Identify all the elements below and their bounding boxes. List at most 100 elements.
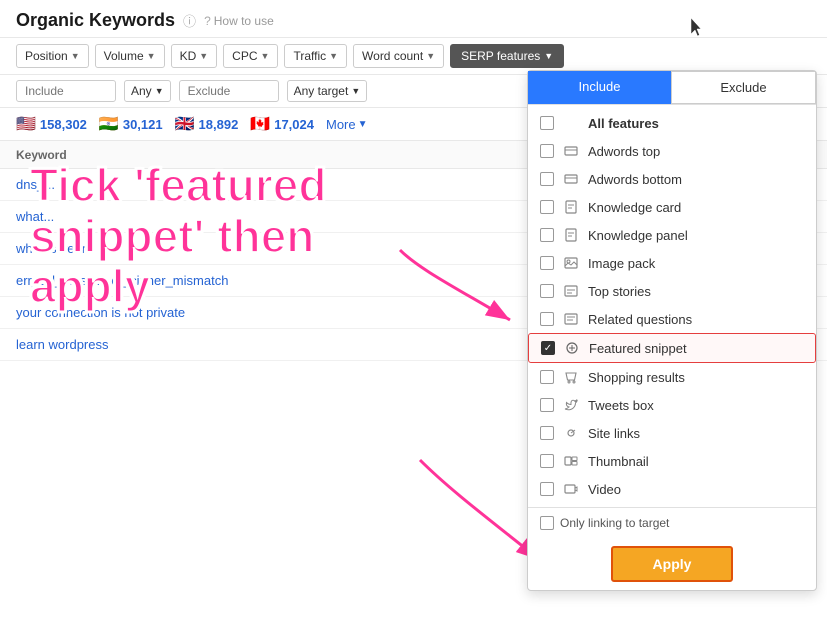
in-flag: 🇮🇳 [99, 114, 119, 134]
more-button[interactable]: More ▼ [326, 117, 368, 132]
country-gb[interactable]: 🇬🇧 18,892 [175, 114, 239, 134]
keyword-cell[interactable]: learn wordpress [16, 337, 541, 352]
adwords_top-checkbox[interactable] [540, 144, 554, 158]
adwords-icon [562, 142, 580, 160]
page-header: Organic Keywords ⓘ ? How to use [0, 0, 827, 38]
serp-item-adwords_top[interactable]: Adwords top [528, 137, 816, 165]
us-flag: 🇺🇸 [16, 114, 36, 134]
snippet-icon [563, 339, 581, 357]
tweets_box-checkbox[interactable] [540, 398, 554, 412]
all_features-checkbox[interactable] [540, 116, 554, 130]
none-icon [562, 114, 580, 132]
chevron-down-icon: ▼ [155, 86, 164, 96]
twitter-icon [562, 396, 580, 414]
thumbnail-label: Thumbnail [588, 454, 804, 469]
serp-item-all_features[interactable]: All features [528, 109, 816, 137]
serp-item-knowledge_card[interactable]: Knowledge card [528, 193, 816, 221]
cpc-filter[interactable]: CPC ▼ [223, 44, 278, 68]
serp-item-related_questions[interactable]: Related questions [528, 305, 816, 333]
apply-row: Apply [528, 538, 816, 590]
apply-button[interactable]: Apply [611, 546, 734, 582]
position-filter[interactable]: Position ▼ [16, 44, 89, 68]
related_questions-checkbox[interactable] [540, 312, 554, 326]
adwords_bottom-checkbox[interactable] [540, 172, 554, 186]
kd-filter[interactable]: KD ▼ [171, 44, 218, 68]
keyword-cell[interactable]: err_ssl_version_or_cipher_mismatch [16, 273, 541, 288]
thumbnail-checkbox[interactable] [540, 454, 554, 468]
sitelinks-icon [562, 424, 580, 442]
country-ca[interactable]: 🇨🇦 17,024 [250, 114, 314, 134]
gb-flag: 🇬🇧 [175, 114, 195, 134]
serp-item-thumbnail[interactable]: Thumbnail [528, 447, 816, 475]
questions-icon [562, 310, 580, 328]
serp-item-tweets_box[interactable]: Tweets box [528, 391, 816, 419]
chevron-down-icon: ▼ [199, 51, 208, 61]
video-checkbox[interactable] [540, 482, 554, 496]
adwords_top-label: Adwords top [588, 144, 804, 159]
featured_snippet-label: Featured snippet [589, 341, 803, 356]
serp-item-top_stories[interactable]: Top stories [528, 277, 816, 305]
volume-filter[interactable]: Volume ▼ [95, 44, 165, 68]
chevron-down-icon: ▼ [544, 51, 553, 61]
knowledge_panel-label: Knowledge panel [588, 228, 804, 243]
only-linking-option[interactable]: Only linking to target [540, 516, 669, 530]
serp-feature-list: All features Adwords top Adwords bottom … [528, 105, 816, 507]
all_features-label: All features [588, 116, 804, 131]
serp-item-shopping_results[interactable]: Shopping results [528, 363, 816, 391]
shopping_results-label: Shopping results [588, 370, 804, 385]
knowledge-icon [562, 198, 580, 216]
stories-icon [562, 282, 580, 300]
knowledge-icon [562, 226, 580, 244]
keyword-cell[interactable]: white screen [16, 241, 541, 256]
help-link[interactable]: ? How to use [204, 14, 274, 28]
only-linking-checkbox[interactable] [540, 516, 554, 530]
site_links-label: Site links [588, 426, 804, 441]
panel-footer: Only linking to target [528, 507, 816, 538]
chevron-down-icon: ▼ [71, 51, 80, 61]
adwords-icon [562, 170, 580, 188]
serp-item-video[interactable]: Video [528, 475, 816, 503]
chevron-down-icon: ▼ [351, 86, 360, 96]
serp-item-featured_snippet[interactable]: Featured snippet [528, 333, 816, 363]
exclude-input[interactable] [179, 80, 279, 102]
keyword-cell[interactable]: your connection is not private [16, 305, 541, 320]
video-label: Video [588, 482, 804, 497]
include-input[interactable] [16, 80, 116, 102]
any-target-dropdown[interactable]: Any target ▼ [287, 80, 368, 102]
image_pack-checkbox[interactable] [540, 256, 554, 270]
site_links-checkbox[interactable] [540, 426, 554, 440]
knowledge_card-checkbox[interactable] [540, 200, 554, 214]
question-icon: ? [204, 14, 211, 28]
serp-item-adwords_bottom[interactable]: Adwords bottom [528, 165, 816, 193]
country-us[interactable]: 🇺🇸 158,302 [16, 114, 87, 134]
keyword-cell[interactable]: dns_... [16, 177, 541, 192]
featured_snippet-checkbox[interactable] [541, 341, 555, 355]
chevron-down-icon: ▼ [358, 119, 368, 130]
knowledge_panel-checkbox[interactable] [540, 228, 554, 242]
country-in[interactable]: 🇮🇳 30,121 [99, 114, 163, 134]
word-count-filter[interactable]: Word count ▼ [353, 44, 444, 68]
related_questions-label: Related questions [588, 312, 804, 327]
tab-exclude[interactable]: Exclude [671, 71, 816, 104]
chevron-down-icon: ▼ [329, 51, 338, 61]
keyword-col-header: Keyword [16, 148, 581, 162]
ca-flag: 🇨🇦 [250, 114, 270, 134]
tweets_box-label: Tweets box [588, 398, 804, 413]
image_pack-label: Image pack [588, 256, 804, 271]
serp-features-filter[interactable]: SERP features ▼ [450, 44, 564, 68]
traffic-filter[interactable]: Traffic ▼ [284, 44, 347, 68]
serp-item-image_pack[interactable]: Image pack [528, 249, 816, 277]
thumbnail-icon [562, 452, 580, 470]
serp-item-knowledge_panel[interactable]: Knowledge panel [528, 221, 816, 249]
video-icon [562, 480, 580, 498]
page-title: Organic Keywords [16, 10, 175, 31]
keyword-cell[interactable]: what... [16, 209, 541, 224]
chevron-down-icon: ▼ [147, 51, 156, 61]
tab-include[interactable]: Include [528, 71, 671, 104]
image-icon [562, 254, 580, 272]
shopping_results-checkbox[interactable] [540, 370, 554, 384]
serp-item-site_links[interactable]: Site links [528, 419, 816, 447]
serp-features-panel: Include Exclude All features Adwords top… [527, 70, 817, 591]
any-dropdown[interactable]: Any ▼ [124, 80, 171, 102]
top_stories-checkbox[interactable] [540, 284, 554, 298]
